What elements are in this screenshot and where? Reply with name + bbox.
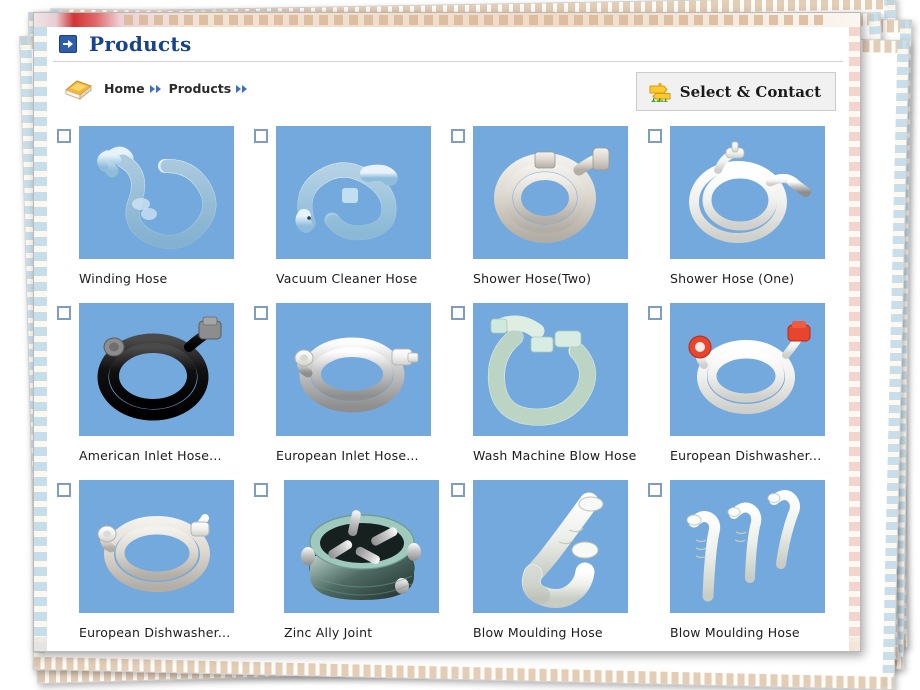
product-cell: Blow Moulding Hose [451,480,648,651]
product-checkbox[interactable] [57,129,71,143]
product-label[interactable]: American Inlet Hose... [79,445,244,466]
page-title: Products [89,31,192,56]
toolbar: Home Products Select & Contact [47,62,849,124]
product-cell-inner: Zinc Ally Joint [254,480,451,643]
home-folder-icon[interactable] [62,74,94,102]
product-cell-inner: Blow Moulding Hose [451,480,648,643]
product-cell-inner: European Inlet Hose... [254,303,451,466]
product-image[interactable] [473,480,628,613]
product-image[interactable] [79,303,234,436]
product-label[interactable]: Shower Hose(Two) [473,268,638,289]
product-cell: Zinc Ally Joint [254,480,451,651]
product-label[interactable]: Vacuum Cleaner Hose [276,268,441,289]
product-checkbox[interactable] [648,483,662,497]
film-border-top [34,13,860,27]
select-and-contact-button[interactable]: Select & Contact [635,72,836,111]
product-label[interactable]: Wash Machine Blow Hose [473,445,638,466]
product-catalog-card: Products Home Products Select & Contact … [33,12,861,652]
product-image[interactable] [276,126,431,259]
product-label[interactable]: European Dishwasher... [670,445,835,466]
breadcrumb-item-products[interactable]: Products [169,81,232,96]
product-checkbox[interactable] [254,306,268,320]
product-cell-inner: Wash Machine Blow Hose [451,303,648,466]
product-checkbox[interactable] [451,129,465,143]
product-cell: Blow Moulding Hose [648,480,845,651]
breadcrumb-item-home[interactable]: Home [104,81,145,96]
product-image[interactable] [670,303,825,436]
photo-stack-page: Products Home Products Select & Contact … [0,0,920,690]
product-cell: Shower Hose(Two) [451,126,648,303]
product-label[interactable]: Zinc Ally Joint [284,622,449,643]
product-cell: Winding Hose [57,126,254,303]
page-content: Products Home Products Select & Contact … [47,27,849,651]
product-checkbox[interactable] [254,483,268,497]
product-image[interactable] [473,303,628,436]
arrow-right-box-icon [59,34,77,53]
product-checkbox[interactable] [57,483,71,497]
film-border-left [34,27,47,651]
product-cell: European Inlet Hose... [254,303,451,480]
product-cell-inner: European Dishwasher... [57,480,254,643]
product-cell-inner: American Inlet Hose... [57,303,254,466]
product-image[interactable] [79,126,234,259]
product-cell: Shower Hose (One) [648,126,845,303]
signpost-icon [647,79,673,105]
product-image[interactable] [79,480,234,613]
product-image[interactable] [670,480,825,613]
breadcrumb: Home Products [104,81,255,96]
product-image[interactable] [284,480,439,613]
product-cell-inner: Shower Hose (One) [648,126,845,289]
product-cell: European Dishwasher... [57,480,254,651]
product-label[interactable]: European Dishwasher... [79,622,244,643]
product-cell-inner: Shower Hose(Two) [451,126,648,289]
product-checkbox[interactable] [57,306,71,320]
product-cell: American Inlet Hose... [57,303,254,480]
product-cell-inner: European Dishwasher... [648,303,845,466]
product-label[interactable]: Shower Hose (One) [670,268,835,289]
product-cell: European Dishwasher... [648,303,845,480]
product-image[interactable] [473,126,628,259]
double-chevron-right-icon [236,84,250,94]
product-image[interactable] [276,303,431,436]
product-cell: Vacuum Cleaner Hose [254,126,451,303]
product-grid: Winding Hose Vacuum Cleaner Hose Shower … [57,126,847,651]
product-cell-inner: Winding Hose [57,126,254,289]
product-label[interactable]: Blow Moulding Hose [670,622,835,643]
title-bar: Products [47,27,849,60]
product-label[interactable]: European Inlet Hose... [276,445,441,466]
product-image[interactable] [670,126,825,259]
double-chevron-right-icon [149,84,164,94]
product-label[interactable]: Blow Moulding Hose [473,622,638,643]
product-checkbox[interactable] [451,306,465,320]
product-cell-inner: Vacuum Cleaner Hose [254,126,451,289]
product-checkbox[interactable] [451,483,465,497]
product-label[interactable]: Winding Hose [79,268,244,289]
product-checkbox[interactable] [648,129,662,143]
product-cell-inner: Blow Moulding Hose [648,480,845,643]
product-checkbox[interactable] [648,306,662,320]
select-and-contact-label: Select & Contact [679,82,821,101]
product-cell: Wash Machine Blow Hose [451,303,648,480]
product-checkbox[interactable] [254,129,268,143]
